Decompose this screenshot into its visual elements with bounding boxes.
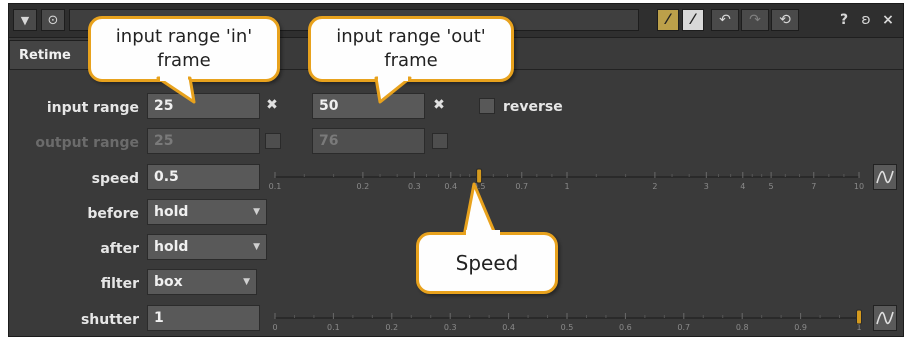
output-range-in-field: 25 [147, 128, 260, 154]
input-range-label: input range [46, 100, 139, 116]
slider-tick-label: 0.6 [619, 323, 632, 332]
callout-in-frame-line2: frame [157, 50, 211, 71]
shutter-label: shutter [80, 312, 139, 328]
filter-value: box [154, 274, 183, 290]
shutter-curve-button[interactable] [873, 305, 897, 331]
slider-tick-label: 0 [272, 323, 277, 332]
callout-in-frame: input range 'in' frame [88, 16, 280, 82]
callout-out-frame-tail [374, 76, 412, 104]
input-range-in-reset-icon[interactable]: ✖ [264, 97, 280, 113]
undo-button[interactable]: ↶ [711, 9, 739, 31]
collapse-button[interactable]: ▼ [13, 9, 37, 31]
before-value: hold [154, 204, 189, 220]
redo-icon: ↷ [749, 12, 761, 28]
callout-speed: Speed [416, 232, 558, 294]
yellow-slash-button[interactable]: ⁄ [657, 9, 679, 31]
slider-handle[interactable] [856, 309, 862, 325]
slider-tick-label: 0.3 [444, 323, 457, 332]
reverse-label: reverse [503, 99, 563, 115]
shutter-slider-track[interactable]: 0 0.1 0.2 0.3 0.4 0.5 0.6 0.7 0.8 0.9 1 [265, 303, 869, 333]
slider-tick-label: 0.2 [385, 323, 398, 332]
slider-tick-label: 10 [854, 182, 864, 191]
curve-icon [876, 311, 894, 325]
speed-slider[interactable]: 0.1 0.2 0.3 0.4 0.5 0.7 1 2 3 4 5 7 10 [265, 162, 869, 192]
slider-tick-label: 0.7 [677, 323, 690, 332]
slider-tick-label: 1 [564, 182, 569, 191]
filter-dropdown[interactable]: box ▼ [147, 269, 257, 295]
output-range-in-checkbox [265, 133, 281, 149]
close-icon[interactable]: × [879, 9, 897, 31]
curve-icon [876, 170, 894, 184]
speed-slider-track[interactable]: 0.1 0.2 0.3 0.4 0.5 0.7 1 2 3 4 5 7 10 [265, 162, 869, 192]
callout-speed-tail-cover [466, 230, 500, 238]
slider-tick-label: 2 [652, 182, 657, 191]
slider-tick-label: 7 [811, 182, 816, 191]
slider-tick-label: 0.8 [736, 323, 749, 332]
white-slash-icon: ⁄ [691, 12, 695, 28]
speed-label: speed [91, 171, 139, 187]
chevron-down-icon: ▼ [253, 242, 260, 252]
before-label: before [87, 206, 139, 222]
slider-tick-label: 0.7 [515, 182, 528, 191]
slider-tick-label: 0.9 [794, 323, 807, 332]
before-dropdown[interactable]: hold ▼ [147, 199, 267, 225]
chevron-down-icon: ▼ [253, 207, 260, 217]
reverse-checkbox[interactable] [479, 98, 495, 114]
speed-curve-button[interactable] [873, 164, 897, 190]
filter-label: filter [100, 276, 139, 292]
slider-tick-label: 0.4 [502, 323, 515, 332]
revert-icon: ⟲ [779, 12, 791, 28]
slider-tick-label: 4 [740, 182, 745, 191]
triangle-down-icon: ▼ [20, 13, 30, 27]
node-settings-button[interactable]: ⊙ [41, 9, 65, 31]
slider-tick-label: 0.2 [357, 182, 370, 191]
shutter-field[interactable]: 1 [147, 305, 260, 331]
output-range-out-checkbox [432, 133, 448, 149]
after-label: after [100, 241, 139, 257]
after-dropdown[interactable]: hold ▼ [147, 234, 267, 260]
callout-out-frame-line2: frame [384, 50, 438, 71]
circle-dot-icon: ⊙ [47, 12, 59, 28]
callout-out-frame-line1: input range 'out' [336, 26, 486, 47]
slider-tick-label: 0.5 [561, 323, 574, 332]
slider-tick-label: 0.1 [269, 182, 282, 191]
speed-field[interactable]: 0.5 [147, 164, 260, 190]
chevron-down-icon: ▼ [243, 277, 250, 287]
white-slash-button[interactable]: ⁄ [682, 9, 704, 31]
redo-button[interactable]: ↷ [741, 9, 769, 31]
input-range-out-reset-icon[interactable]: ✖ [431, 97, 447, 113]
revert-button[interactable]: ⟲ [771, 9, 799, 31]
help-icon[interactable]: ? [835, 9, 853, 31]
yellow-slash-icon: ⁄ [666, 12, 670, 28]
undo-icon: ↶ [719, 12, 731, 28]
callout-out-frame: input range 'out' frame [308, 16, 514, 82]
slider-tick-label: 5 [769, 182, 774, 191]
after-value: hold [154, 239, 189, 255]
callout-in-frame-line1: input range 'in' [115, 26, 253, 47]
shutter-slider[interactable]: 0 0.1 0.2 0.3 0.4 0.5 0.6 0.7 0.8 0.9 1 [265, 303, 869, 333]
output-range-label: output range [35, 135, 139, 151]
output-range-out-field: 76 [312, 128, 425, 154]
slider-tick-label: 0.1 [327, 323, 340, 332]
float-icon[interactable]: ʚ [857, 9, 875, 31]
callout-in-frame-tail [156, 76, 196, 104]
slider-tick-label: 3 [704, 182, 709, 191]
slider-tick-label: 0.3 [408, 182, 421, 191]
